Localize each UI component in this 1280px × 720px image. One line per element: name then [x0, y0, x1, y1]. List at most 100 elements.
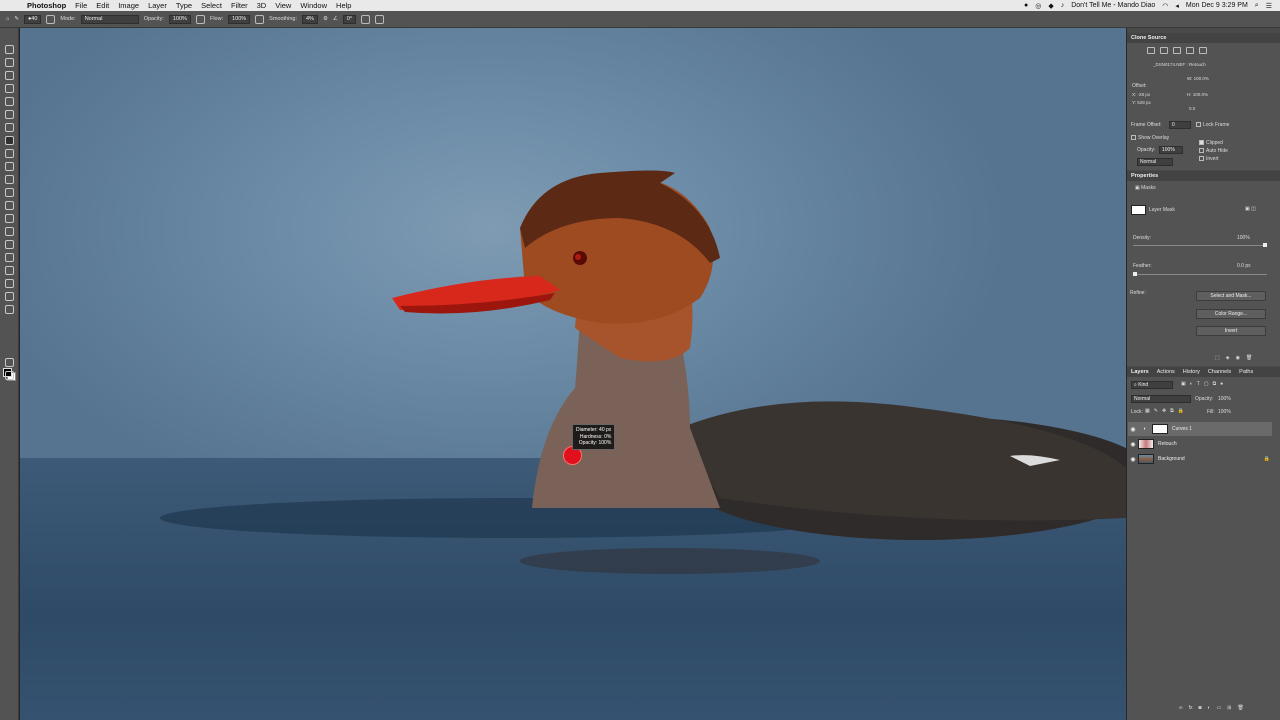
document-canvas[interactable]: Diameter: 40 px Hardness: 0% Opacity: 10…: [20, 28, 1126, 720]
add-mask-icon[interactable]: ◙: [1198, 705, 1201, 711]
invert-checkbox[interactable]: Invert: [1199, 156, 1219, 162]
wifi-icon[interactable]: ◠: [1162, 2, 1168, 10]
blend-mode-select[interactable]: Normal: [1131, 395, 1191, 403]
history-brush-tool-icon[interactable]: [5, 162, 14, 171]
select-and-mask-button[interactable]: Select and Mask...: [1196, 291, 1266, 301]
blur-tool-icon[interactable]: [5, 201, 14, 210]
now-playing[interactable]: Don't Tell Me - Mando Diao: [1071, 2, 1155, 9]
menu-image[interactable]: Image: [118, 1, 139, 10]
layer-filter-select[interactable]: ⌕ Kind: [1131, 381, 1173, 389]
fx-icon[interactable]: fx: [1189, 705, 1193, 711]
dropbox-icon[interactable]: ◆: [1048, 2, 1053, 10]
clone-source-slot-1-icon[interactable]: [1147, 47, 1155, 54]
symmetry-icon[interactable]: [375, 14, 385, 24]
layer-name[interactable]: Retouch: [1158, 441, 1177, 447]
rotation-angle[interactable]: 0.0: [1189, 106, 1195, 111]
brush-tool-icon[interactable]: [5, 136, 14, 145]
clone-source-title[interactable]: Clone Source: [1127, 33, 1280, 43]
menu-view[interactable]: View: [275, 1, 291, 10]
new-layer-icon[interactable]: ⊞: [1227, 705, 1231, 711]
clone-source-slot-5-icon[interactable]: [1199, 47, 1207, 54]
feather-value[interactable]: 0.0 px: [1237, 263, 1251, 269]
filter-toggle-icon[interactable]: ●: [1220, 381, 1223, 387]
feather-slider-thumb[interactable]: [1133, 272, 1137, 276]
tab-paths[interactable]: Paths: [1239, 369, 1253, 375]
toggle-mask-icon[interactable]: ◉: [1236, 355, 1240, 361]
density-value[interactable]: 100%: [1237, 235, 1250, 241]
healing-tool-icon[interactable]: [5, 123, 14, 132]
layer-row-curves[interactable]: ◉ ◐ Curves 1: [1128, 422, 1272, 436]
offset-y[interactable]: Y: 528 px: [1132, 100, 1151, 105]
filter-smart-icon[interactable]: ⧉: [1213, 381, 1217, 387]
overlay-blend-select[interactable]: Normal: [1137, 158, 1173, 166]
filter-adjustment-icon[interactable]: ◐: [1190, 381, 1193, 387]
menu-filter[interactable]: Filter: [231, 1, 248, 10]
offset-x[interactable]: X: -28 px: [1132, 92, 1150, 97]
show-overlay-checkbox[interactable]: Show Overlay: [1131, 135, 1169, 141]
gear-icon[interactable]: ⚙: [323, 16, 328, 22]
home-icon[interactable]: ⌂: [6, 16, 9, 22]
type-tool-icon[interactable]: [5, 240, 14, 249]
clipped-checkbox[interactable]: Clipped: [1199, 140, 1223, 146]
layer-mask-thumbnail[interactable]: [1152, 424, 1168, 434]
menu-icon[interactable]: ☰: [1266, 2, 1272, 10]
quick-mask-icon[interactable]: [5, 358, 14, 367]
fill-value[interactable]: 100%: [1218, 409, 1231, 415]
invert-button[interactable]: Invert: [1196, 326, 1266, 336]
brush-preset-picker[interactable]: ●40: [23, 14, 42, 24]
layer-name[interactable]: Background: [1158, 456, 1185, 462]
brush-settings-icon[interactable]: [46, 14, 56, 24]
layer-row-retouch[interactable]: ◉ Retouch: [1128, 437, 1272, 451]
link-layers-icon[interactable]: ∞: [1179, 705, 1183, 711]
music-icon[interactable]: ♪: [1061, 2, 1065, 9]
angle-field[interactable]: 0°: [342, 14, 357, 24]
menu-type[interactable]: Type: [176, 1, 192, 10]
layer-thumbnail[interactable]: [1138, 439, 1154, 449]
zoom-tool-icon[interactable]: [5, 292, 14, 301]
lasso-tool-icon[interactable]: [5, 71, 14, 80]
apply-mask-icon[interactable]: ◈: [1226, 355, 1230, 361]
feather-slider[interactable]: [1133, 272, 1267, 276]
tab-history[interactable]: History: [1183, 369, 1200, 375]
properties-title[interactable]: Properties: [1127, 171, 1280, 181]
flow-field[interactable]: 100%: [228, 14, 251, 24]
gradient-tool-icon[interactable]: [5, 188, 14, 197]
auto-hide-checkbox[interactable]: Auto Hide: [1199, 148, 1228, 154]
move-tool-icon[interactable]: [5, 45, 14, 54]
lock-transparent-icon[interactable]: ▦: [1145, 408, 1150, 414]
filter-type-icon[interactable]: T: [1197, 381, 1200, 387]
clone-stamp-tool-icon[interactable]: [5, 149, 14, 158]
brush-tool-icon[interactable]: ✎: [14, 16, 19, 22]
screen-mode-icon[interactable]: [5, 371, 14, 380]
clock[interactable]: Mon Dec 9 3:29 PM: [1186, 2, 1248, 9]
filter-pixel-icon[interactable]: ▣: [1181, 381, 1186, 387]
pressure-opacity-icon[interactable]: [195, 14, 205, 24]
visibility-eye-icon[interactable]: ◉: [1128, 456, 1138, 463]
menu-edit[interactable]: Edit: [96, 1, 109, 10]
scale-w[interactable]: W: 100.0%: [1187, 76, 1209, 81]
quick-select-tool-icon[interactable]: [5, 84, 14, 93]
opacity-field[interactable]: 100%: [168, 14, 191, 24]
path-select-tool-icon[interactable]: [5, 253, 14, 262]
layer-name[interactable]: Curves 1: [1172, 426, 1192, 432]
search-icon[interactable]: ⌕: [1255, 2, 1259, 10]
scale-h[interactable]: H: 100.0%: [1187, 92, 1208, 97]
dodge-tool-icon[interactable]: [5, 214, 14, 223]
density-slider-thumb[interactable]: [1263, 243, 1267, 247]
add-pixel-mask-icon[interactable]: ▣: [1245, 206, 1250, 212]
menu-help[interactable]: Help: [336, 1, 351, 10]
delete-mask-icon[interactable]: 🗑: [1246, 355, 1252, 361]
mode-select[interactable]: Normal: [80, 14, 139, 24]
pixel-mask-icon[interactable]: ▣: [1135, 185, 1140, 191]
delete-layer-icon[interactable]: 🗑: [1237, 705, 1243, 711]
lock-artboard-icon[interactable]: ⧉: [1170, 408, 1174, 414]
lock-all-icon[interactable]: 🔒: [1178, 408, 1184, 414]
layer-row-background[interactable]: ◉ Background 🔒: [1128, 452, 1272, 466]
filter-shape-icon[interactable]: ▢: [1204, 381, 1209, 387]
eyedropper-tool-icon[interactable]: [5, 110, 14, 119]
overlay-opacity-field[interactable]: 100%: [1159, 146, 1183, 154]
volume-icon[interactable]: ◂: [1175, 2, 1179, 10]
layer-thumbnail[interactable]: [1138, 454, 1154, 464]
visibility-eye-icon[interactable]: ◉: [1128, 441, 1138, 448]
color-range-button[interactable]: Color Range...: [1196, 309, 1266, 319]
